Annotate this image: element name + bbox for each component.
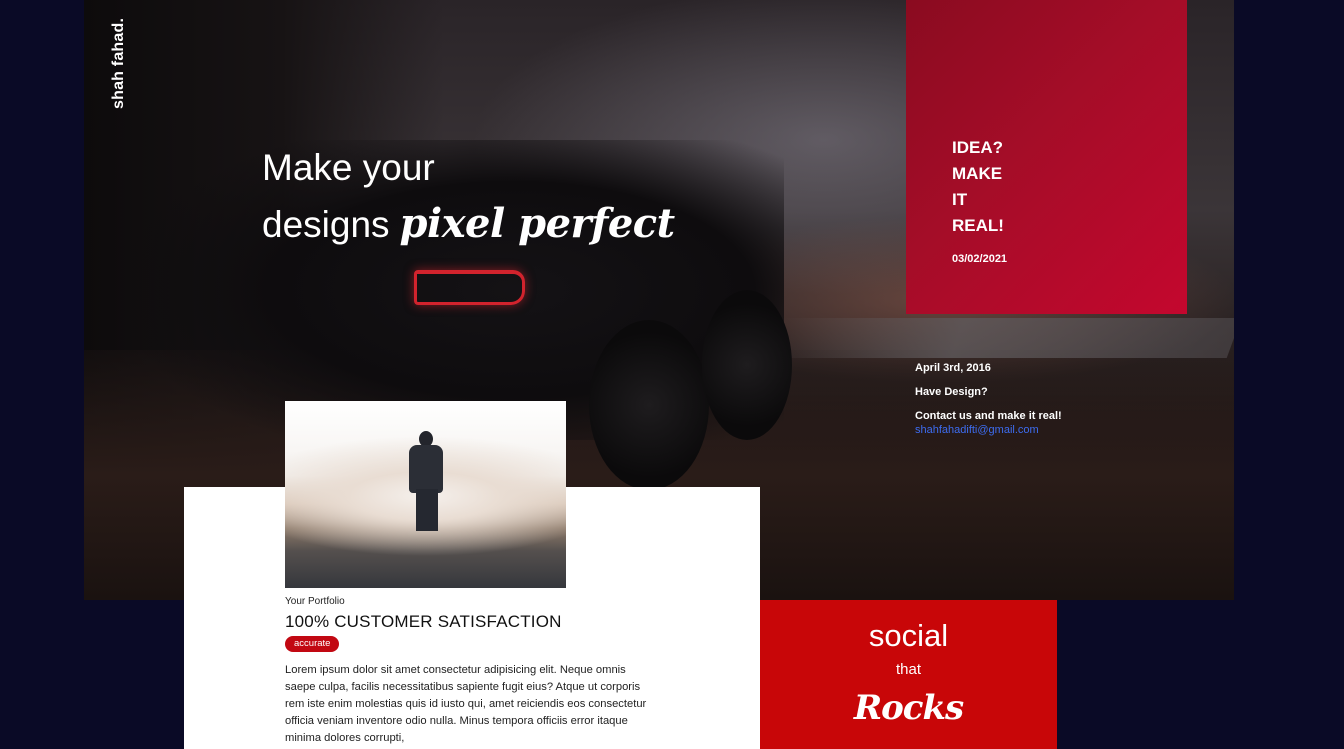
- accurate-badge: accurate: [285, 636, 340, 652]
- hero-headline: Make your designs pixel perfect: [262, 140, 675, 253]
- social-card: social that Rocks: [760, 600, 1057, 749]
- car-taillight: [414, 270, 525, 305]
- headline-script: pixel perfect: [399, 200, 676, 247]
- portfolio-label: Your Portfolio: [285, 596, 345, 607]
- person-figure-legs: [416, 489, 438, 531]
- headline-line-2: designs pixel perfect: [262, 196, 675, 253]
- contact-email-link[interactable]: shahfahadifti@gmail.com: [915, 424, 1062, 448]
- portfolio-photo: [285, 401, 566, 588]
- car-wheel-rear: [702, 290, 792, 440]
- idea-line: IT: [952, 190, 968, 209]
- portfolio-title: 100% CUSTOMER SATISFACTION: [285, 612, 562, 631]
- portfolio-body-text: Lorem ipsum dolor sit amet consectetur a…: [285, 664, 647, 744]
- car-wheel-front: [589, 320, 709, 490]
- idea-line: MAKE: [952, 164, 1003, 183]
- brand-logo[interactable]: shah fahad.: [110, 18, 132, 128]
- social-card-line-1: social: [868, 618, 949, 653]
- idea-line: IDEA?: [952, 138, 1003, 157]
- idea-card: IDEA? MAKE IT REAL! 03/02/2021: [906, 0, 1187, 314]
- idea-card-date: 03/02/2021: [952, 253, 1008, 265]
- social-card-line-2: that: [895, 661, 922, 678]
- headline-line-1: Make your: [262, 147, 435, 188]
- idea-line: REAL!: [952, 216, 1004, 235]
- contact-block: April 3rd, 2016 Have Design? Contact us …: [915, 362, 1062, 448]
- idea-card-text: IDEA? MAKE IT REAL!: [952, 135, 1004, 239]
- contact-question: Have Design?: [915, 386, 988, 398]
- headline-word-designs: designs: [262, 204, 390, 245]
- social-card-line-3: Rocks: [853, 688, 964, 728]
- person-figure-body: [409, 445, 443, 493]
- road-background: [766, 318, 1234, 358]
- contact-date: April 3rd, 2016: [915, 362, 991, 374]
